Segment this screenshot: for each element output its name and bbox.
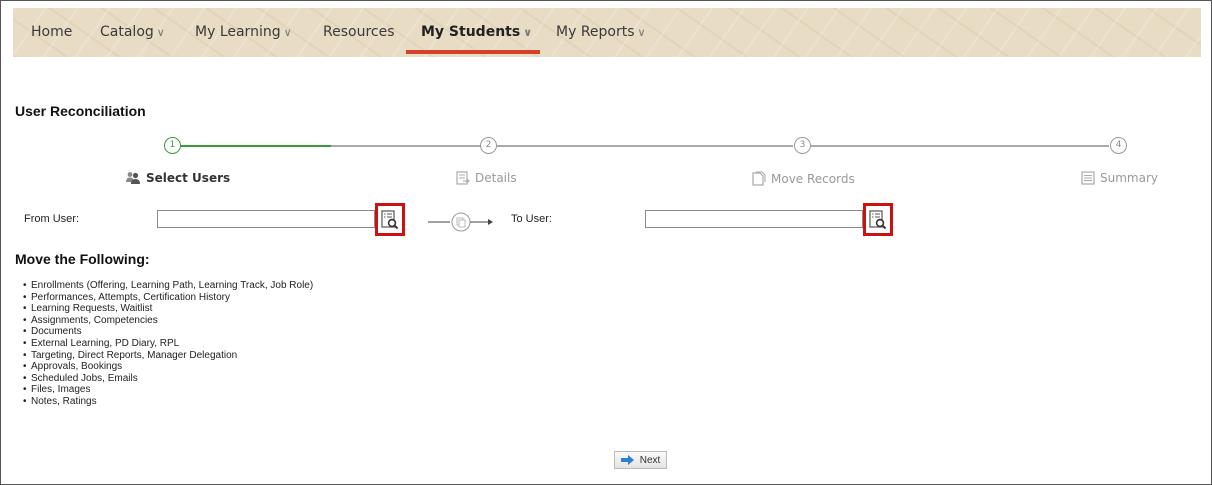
chevron-down-icon: ∨	[637, 26, 646, 39]
step-4-marker: 4	[1110, 137, 1127, 154]
users-icon	[126, 172, 140, 184]
page-frame	[0, 0, 1212, 485]
chevron-down-icon: ∨	[283, 26, 292, 39]
list-item: Approvals, Bookings	[23, 361, 313, 373]
chevron-down-icon: ∨	[156, 26, 165, 39]
lookup-icon	[869, 209, 887, 229]
list-item: Scheduled Jobs, Emails	[23, 373, 313, 385]
step-summary: Summary	[1081, 171, 1158, 185]
list-item: Notes, Ratings	[23, 396, 313, 408]
list-item: External Learning, PD Diary, RPL	[23, 338, 313, 350]
nav-my-students[interactable]: My Students ∨	[421, 24, 532, 40]
step-3-marker: 3	[794, 137, 811, 154]
arrow-right-icon	[620, 455, 634, 465]
lookup-icon	[381, 209, 399, 229]
from-user-lookup-button[interactable]	[375, 203, 405, 236]
nav-my-reports[interactable]: My Reports ∨	[556, 24, 646, 40]
nav-catalog[interactable]: Catalog ∨	[100, 24, 165, 40]
step-connector-line	[497, 145, 793, 147]
step-move-records: Move Records	[751, 171, 855, 186]
step-connector-line	[811, 145, 1109, 147]
list-item: Documents	[23, 326, 313, 338]
chevron-down-icon: ∨	[523, 26, 533, 39]
from-user-label: From User:	[24, 213, 79, 225]
nav-my-learning[interactable]: My Learning ∨	[195, 24, 292, 40]
step-connector-line	[331, 145, 481, 147]
list-item: Learning Requests, Waitlist	[23, 303, 313, 315]
details-icon	[456, 171, 470, 185]
to-user-input[interactable]	[645, 210, 863, 228]
nav-resources[interactable]: Resources	[323, 24, 395, 40]
step-progress-line	[181, 145, 331, 147]
list-item: Enrollments (Offering, Learning Path, Le…	[23, 280, 313, 292]
step-select-users: Select Users	[125, 171, 230, 185]
list-item: Performances, Attempts, Certification Hi…	[23, 292, 313, 304]
next-button[interactable]: Next	[614, 451, 667, 469]
summary-icon	[1081, 171, 1095, 185]
to-user-label: To User:	[511, 213, 552, 225]
active-nav-indicator	[406, 50, 540, 54]
list-item: Files, Images	[23, 384, 313, 396]
step-1-marker: 1	[164, 137, 181, 154]
top-navigation-bar: Home Catalog ∨ My Learning ∨ Resources My …	[13, 8, 1201, 57]
move-records-icon	[752, 171, 766, 186]
list-item: Assignments, Competencies	[23, 315, 313, 327]
list-item: Targeting, Direct Reports, Manager Deleg…	[23, 350, 313, 362]
move-items-list: Enrollments (Offering, Learning Path, Le…	[23, 280, 313, 408]
to-user-lookup-button[interactable]	[863, 203, 893, 236]
transfer-arrow-icon	[428, 212, 493, 232]
next-button-label: Next	[639, 454, 661, 466]
page-title: User Reconciliation	[15, 103, 146, 119]
step-details: Details	[456, 171, 517, 185]
nav-home[interactable]: Home	[31, 24, 72, 40]
step-2-marker: 2	[480, 137, 497, 154]
from-user-input[interactable]	[157, 210, 375, 228]
move-section-heading: Move the Following:	[15, 251, 150, 267]
